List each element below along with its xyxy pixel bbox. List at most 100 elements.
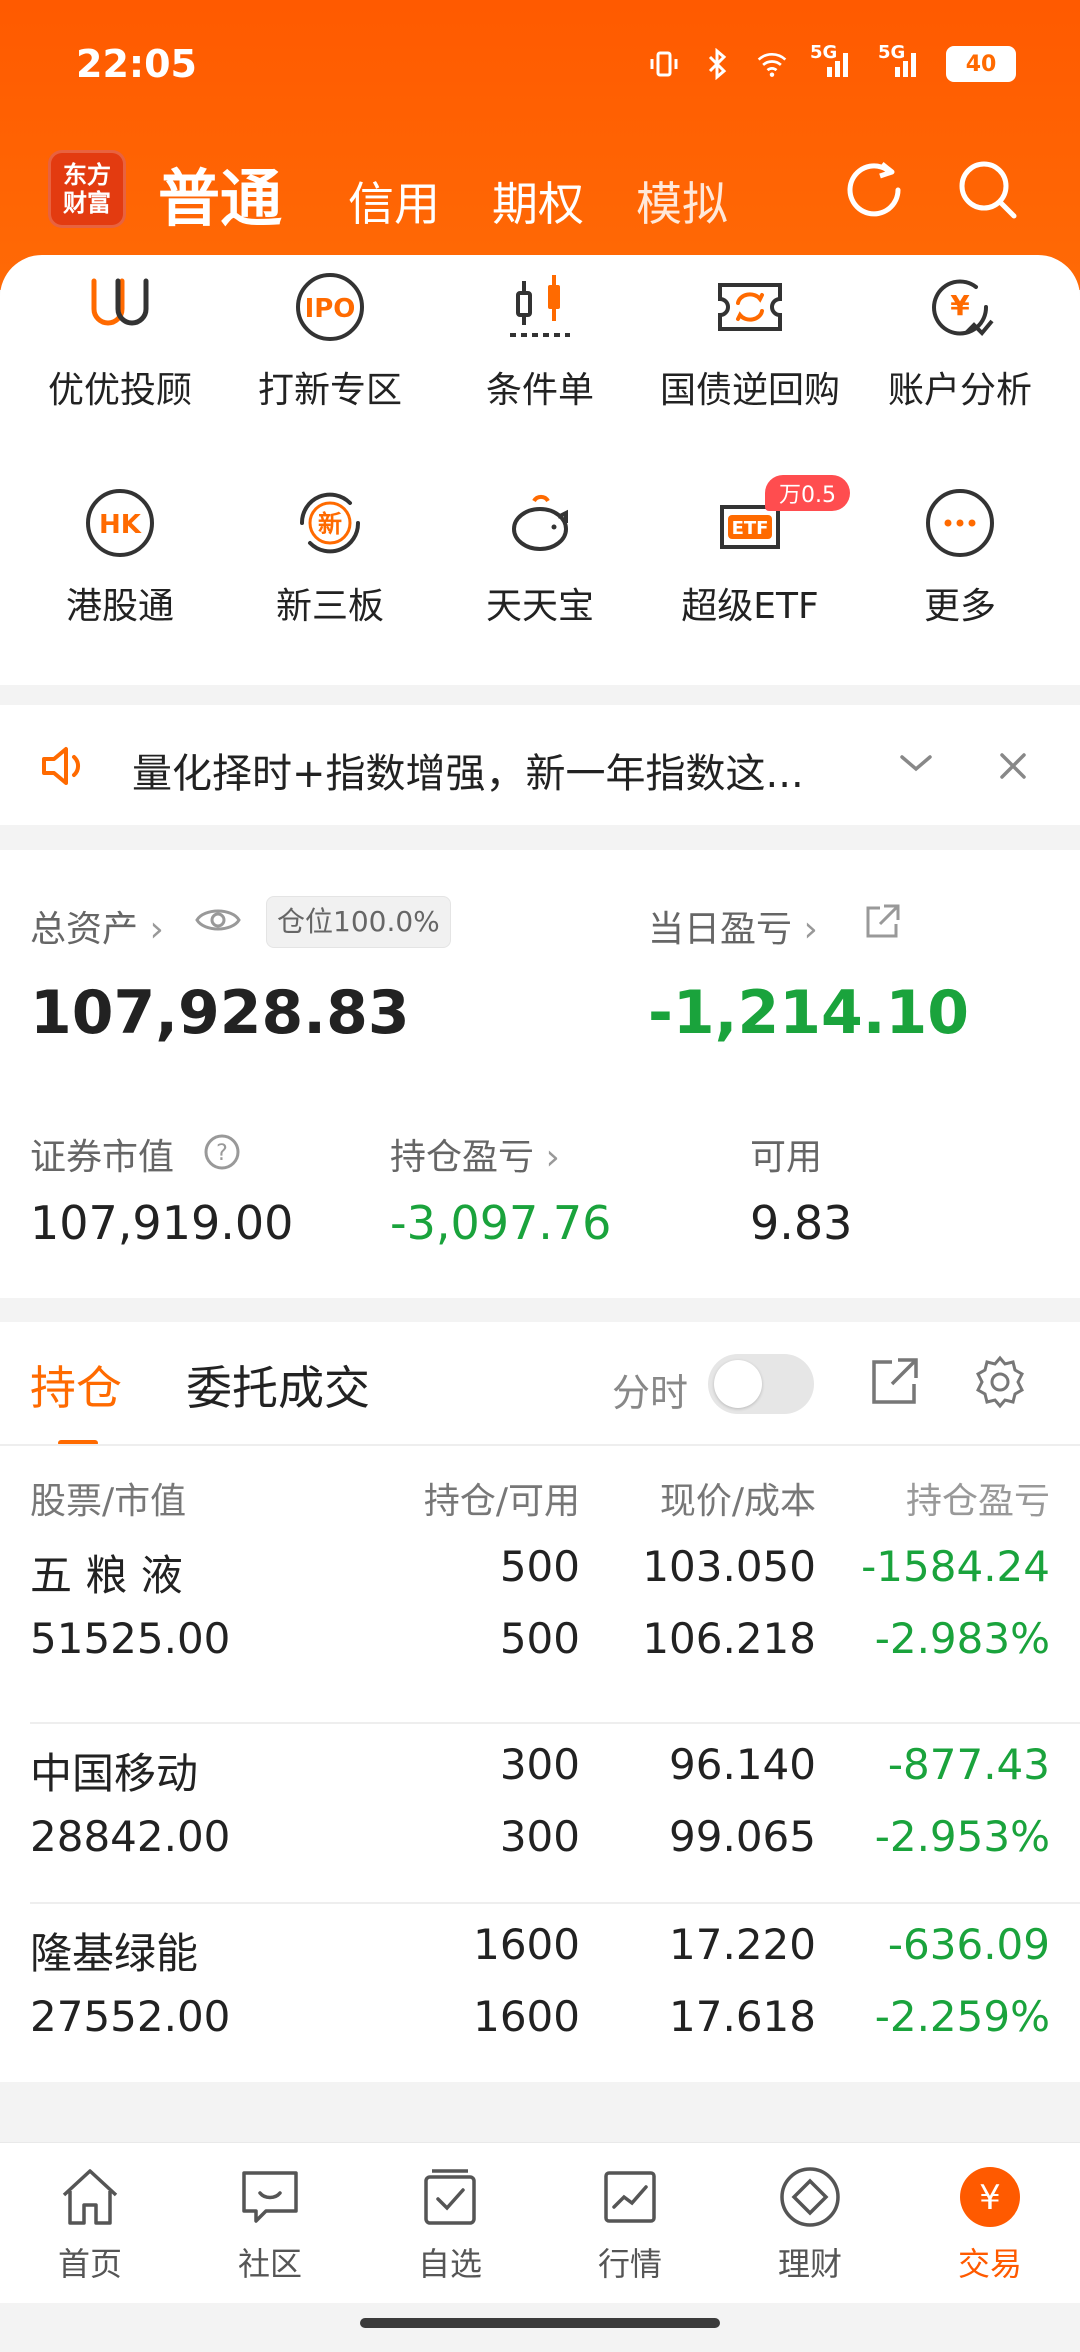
holding-pl-pct: -2.259% [874, 1992, 1050, 2041]
shortcut-more[interactable]: 更多 [855, 483, 1065, 629]
eastmoney-logo[interactable]: 东方 财富 [48, 150, 126, 228]
tab-orders-trades[interactable]: 委托成交 [186, 1352, 370, 1418]
app-header: 22:05 5G 5G 40 东方 财富 普通 信用 期权 模拟 [0, 0, 1080, 290]
nav-watchlist[interactable]: 自选 [380, 2163, 520, 2285]
positions-panel: 持仓 委托成交 分时 股票/市值 持仓/可用 现价/成本 持仓盈亏 五 粮 液 … [0, 1322, 1080, 2082]
nav-market[interactable]: 行情 [560, 2163, 700, 2285]
stock-market-value: 28842.00 [30, 1812, 231, 1861]
svg-text:HK: HK [99, 510, 142, 540]
market-value: 107,919.00 [30, 1196, 294, 1250]
bond-repo-icon [718, 283, 782, 331]
stock-name: 中国移动 [30, 1749, 199, 1798]
status-bar: 22:05 5G 5G 40 [0, 0, 1080, 135]
current-price: 103.050 [642, 1542, 816, 1591]
account-analysis-icon: ¥ [932, 279, 994, 336]
available-qty: 500 [499, 1614, 580, 1663]
search-icon[interactable] [952, 154, 1024, 226]
trade-icon: ¥ [960, 2167, 1020, 2227]
tab-normal[interactable]: 普通 [158, 148, 282, 238]
stock-market-value: 27552.00 [30, 1992, 231, 2041]
bluetooth-icon [702, 48, 734, 80]
shortcut-ipo[interactable]: IPO 打新专区 [225, 267, 435, 413]
intraday-toggle[interactable] [708, 1354, 814, 1414]
notice-text[interactable]: 量化择时+指数增强，新一年指数这... [132, 741, 804, 799]
holding-pl: -877.43 [887, 1740, 1050, 1789]
daily-pl-value: -1,214.10 [648, 978, 969, 1048]
shortcut-account-analysis[interactable]: ¥ 账户分析 [855, 267, 1065, 413]
tab-credit[interactable]: 信用 [348, 168, 440, 234]
available-qty: 300 [499, 1812, 580, 1861]
divider [0, 1444, 1080, 1446]
notice-banner[interactable]: 量化择时+指数增强，新一年指数这... [0, 705, 1080, 825]
total-assets-label[interactable]: 总资产 › [30, 900, 164, 952]
holding-pl: -636.09 [887, 1920, 1050, 1969]
shortcut-conditional-order[interactable]: 条件单 [435, 267, 645, 413]
bottom-nav: 首页 社区 自选 行情 理财 ¥ 交易 [0, 2142, 1080, 2303]
toggle-knob [714, 1360, 762, 1408]
divider [30, 1722, 1080, 1724]
share-icon[interactable] [862, 902, 902, 942]
refresh-icon[interactable] [838, 154, 910, 226]
shortcut-panel: 优优投顾 IPO 打新专区 条件单 国债逆回购 ¥ 账户分析 HK 港股通 新 … [0, 255, 1080, 685]
close-icon[interactable] [998, 751, 1028, 781]
eye-icon[interactable] [194, 902, 242, 938]
cell-signal-icon-2: 5G [878, 42, 924, 80]
shortcut-super-etf[interactable]: 万0.5 ETF 超级ETF [645, 475, 855, 629]
market-value-label: 证券市值 [30, 1137, 175, 1178]
chevron-down-icon[interactable] [898, 751, 934, 775]
holding-pl: -1584.24 [861, 1542, 1050, 1591]
daily-pl-label[interactable]: 当日盈亏 › [648, 900, 818, 952]
available-label: 可用 [750, 1137, 823, 1178]
stock-market-value: 51525.00 [30, 1614, 231, 1663]
stock-name: 隆基绿能 [30, 1929, 199, 1978]
table-row[interactable]: 中国移动 28842.00 300 300 96.140 99.065 -877… [0, 1740, 1080, 1920]
tab-simulated[interactable]: 模拟 [636, 168, 728, 234]
table-row[interactable]: 隆基绿能 27552.00 1600 1600 17.220 17.618 -6… [0, 1920, 1080, 2100]
total-assets-value: 107,928.83 [30, 978, 410, 1048]
help-icon[interactable]: ? [202, 1132, 242, 1172]
available-qty: 1600 [473, 1992, 580, 2041]
ipo-icon: IPO [296, 273, 364, 341]
gear-icon[interactable] [972, 1354, 1028, 1410]
svg-text:?: ? [216, 1141, 228, 1166]
speaker-icon [42, 747, 81, 785]
current-price: 96.140 [669, 1740, 816, 1789]
home-indicator[interactable] [360, 2318, 720, 2328]
shortcut-uu-advisor[interactable]: 优优投顾 [15, 267, 225, 413]
nav-home[interactable]: 首页 [20, 2163, 160, 2285]
wifi-icon [756, 48, 788, 80]
shortcut-bond-repo[interactable]: 国债逆回购 [645, 267, 855, 413]
col-header-stock: 股票/市值 [30, 1481, 187, 1522]
cost-price: 99.065 [669, 1812, 816, 1861]
nav-wealth[interactable]: 理财 [740, 2163, 880, 2285]
table-row[interactable]: 五 粮 液 51525.00 500 500 103.050 106.218 -… [0, 1542, 1080, 1722]
conditional-order-icon [510, 275, 570, 337]
intraday-toggle-label: 分时 [612, 1371, 689, 1415]
shortcut-new-third-board[interactable]: 新 新三板 [225, 483, 435, 629]
new-third-board-icon: 新 [299, 492, 361, 554]
piggy-bank-icon [512, 494, 568, 551]
chevron-right-icon: › [149, 909, 164, 950]
chevron-right-icon: › [803, 909, 818, 950]
available-value: 9.83 [750, 1196, 853, 1250]
shortcut-piggy-bank[interactable]: 天天宝 [435, 483, 645, 629]
holding-pl-value: -3,097.76 [390, 1196, 612, 1250]
fee-badge: 万0.5 [765, 475, 850, 511]
svg-text:¥: ¥ [979, 2178, 1001, 2218]
stock-name: 五 粮 液 [30, 1551, 183, 1600]
watchlist-icon [424, 2169, 476, 2225]
community-icon [242, 2171, 298, 2223]
asset-summary: 总资产 › 仓位100.0% 107,928.83 当日盈亏 › -1,214.… [0, 850, 1080, 1298]
nav-trade[interactable]: ¥ 交易 [920, 2163, 1060, 2285]
shortcut-hk-connect[interactable]: HK 港股通 [15, 483, 225, 629]
clock: 22:05 [76, 42, 197, 86]
divider [30, 1902, 1080, 1904]
holding-pl-label[interactable]: 持仓盈亏 › [390, 1128, 560, 1180]
tab-options[interactable]: 期权 [492, 168, 584, 234]
export-icon[interactable] [868, 1356, 920, 1408]
holding-qty: 500 [499, 1542, 580, 1591]
market-icon [604, 2171, 656, 2223]
status-icons: 5G 5G 40 [648, 42, 1016, 82]
nav-community[interactable]: 社区 [200, 2163, 340, 2285]
tab-holdings[interactable]: 持仓 [30, 1352, 122, 1418]
